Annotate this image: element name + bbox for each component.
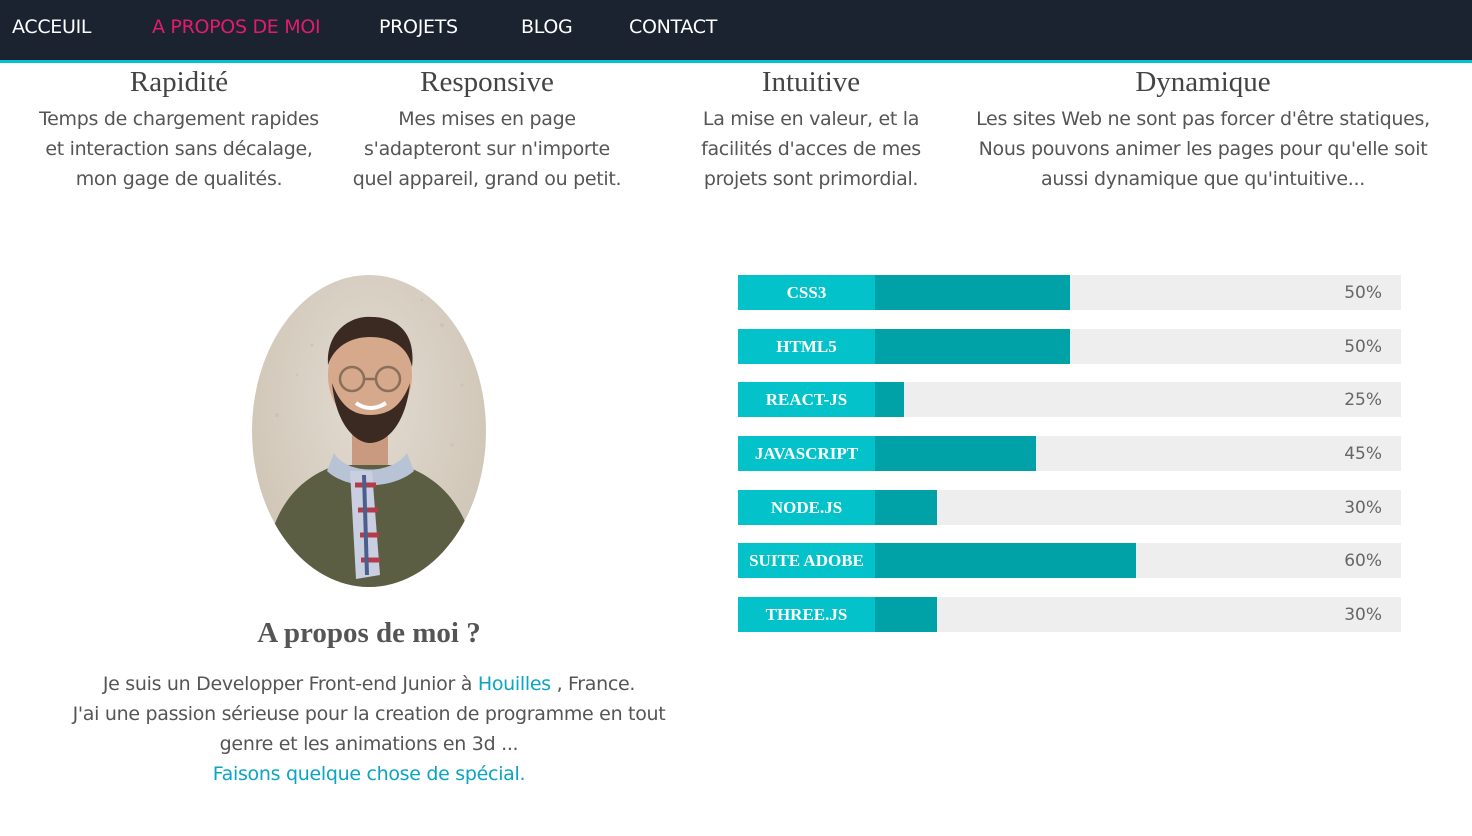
- top-navbar: ACCEUIL A PROPOS DE MOI PROJETS BLOG CON…: [0, 0, 1472, 63]
- about-line-3: genre et les animations en 3d ...: [219, 733, 519, 755]
- skill-bar-javascript: JAVASCRIPT 45%: [738, 436, 1401, 471]
- about-description: Je suis un Developper Front-end Junior à…: [68, 669, 670, 789]
- skill-label: THREE.JS: [738, 597, 875, 632]
- feature-dynamique: Dynamique Les sites Web ne sont pas forc…: [953, 64, 1453, 194]
- feature-description: Les sites Web ne sont pas forcer d'être …: [953, 104, 1453, 194]
- feature-line: quel appareil, grand ou petit.: [352, 168, 622, 190]
- feature-title: Intuitive: [761, 66, 861, 98]
- feature-line: La mise en valeur, et la: [702, 108, 920, 130]
- nav-item-a-propos[interactable]: A PROPOS DE MOI: [152, 16, 321, 38]
- skill-bar-react-js: REACT-JS 25%: [738, 382, 1401, 417]
- feature-line: Les sites Web ne sont pas forcer d'être …: [976, 108, 1430, 130]
- feature-line: aussi dynamique que qu'intuitive...: [1041, 168, 1365, 190]
- feature-line: Nous pouvons animer les pages pour qu'el…: [978, 138, 1428, 160]
- feature-line: facilités d'acces de mes: [701, 138, 921, 160]
- skill-bar-html5: HTML5 50%: [738, 329, 1401, 364]
- about-line-1-end: , France.: [556, 673, 636, 695]
- feature-responsive: Responsive Mes mises en page s'adapteron…: [337, 64, 637, 194]
- skill-label: JAVASCRIPT: [738, 436, 875, 471]
- feature-title: Dynamique: [1135, 66, 1271, 98]
- skill-label: HTML5: [738, 329, 875, 364]
- feature-line: et interaction sans décalage,: [45, 138, 313, 160]
- feature-description: Mes mises en page s'adapteront sur n'imp…: [337, 104, 637, 194]
- nav-item-contact[interactable]: CONTACT: [629, 16, 717, 38]
- feature-line: projets sont primordial.: [703, 168, 919, 190]
- skill-label: CSS3: [738, 275, 875, 310]
- feature-rapidite: Rapidité Temps de chargement rapides et …: [19, 64, 339, 194]
- cta-link[interactable]: Faisons quelque chose de spécial.: [213, 763, 526, 785]
- feature-title: Rapidité: [129, 66, 229, 98]
- skill-percent: 50%: [1344, 282, 1382, 303]
- feature-intuitive: Intuitive La mise en valeur, et la facil…: [671, 64, 951, 194]
- feature-description: Temps de chargement rapides et interacti…: [19, 104, 339, 194]
- feature-line: Mes mises en page: [398, 108, 576, 130]
- houilles-link[interactable]: Houilles: [478, 673, 551, 695]
- about-line-1-start: Je suis un Developper Front-end Junior à: [102, 673, 473, 695]
- skill-percent: 50%: [1344, 336, 1382, 357]
- skill-label: REACT-JS: [738, 382, 875, 417]
- skill-percent: 25%: [1344, 389, 1382, 410]
- feature-line: Temps de chargement rapides: [39, 108, 319, 130]
- feature-title: Responsive: [420, 66, 554, 98]
- skill-bar-suite-adobe: SUITE ADOBE 60%: [738, 543, 1401, 578]
- skill-label: NODE.JS: [738, 490, 875, 525]
- skill-percent: 30%: [1344, 604, 1382, 625]
- nav-item-blog[interactable]: BLOG: [521, 16, 573, 38]
- profile-photo-illustration: [262, 298, 480, 587]
- skill-percent: 45%: [1344, 443, 1382, 464]
- profile-photo: [252, 275, 486, 587]
- nav-item-projets[interactable]: PROJETS: [379, 16, 458, 38]
- nav-item-acceuil[interactable]: ACCEUIL: [12, 16, 92, 38]
- feature-line: s'adapteront sur n'importe: [364, 138, 610, 160]
- about-title: A propos de moi ?: [257, 617, 481, 649]
- about-line-2: J'ai une passion sérieuse pour la creati…: [72, 703, 666, 725]
- skill-percent: 60%: [1344, 550, 1382, 571]
- skill-label: SUITE ADOBE: [738, 543, 875, 578]
- skill-bar-node-js: NODE.JS 30%: [738, 490, 1401, 525]
- skill-percent: 30%: [1344, 497, 1382, 518]
- skill-bar-three-js: THREE.JS 30%: [738, 597, 1401, 632]
- feature-description: La mise en valeur, et la facilités d'acc…: [671, 104, 951, 194]
- skill-bar-css3: CSS3 50%: [738, 275, 1401, 310]
- feature-line: mon gage de qualités.: [75, 168, 283, 190]
